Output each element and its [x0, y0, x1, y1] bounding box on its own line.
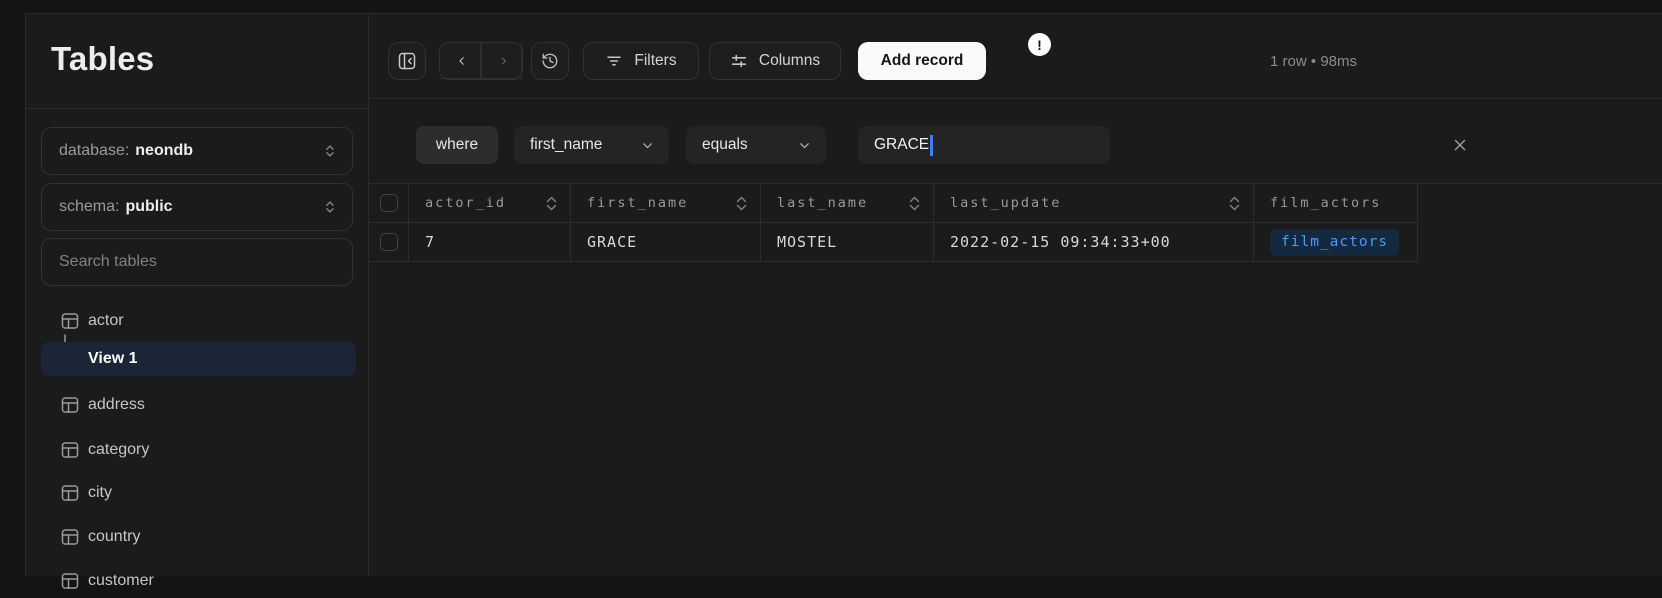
select-all-checkbox-cell [369, 184, 409, 223]
table-icon [61, 572, 79, 590]
sidebar-item-city[interactable]: city [41, 476, 356, 510]
panel-collapse-icon [398, 52, 416, 70]
history-button[interactable] [531, 42, 569, 80]
toolbar: Filters ! Columns Add record 1 row • 98m… [369, 14, 1662, 99]
nav-back-button[interactable] [440, 43, 481, 79]
main-content: Filters ! Columns Add record 1 row • 98m… [369, 14, 1662, 577]
add-record-label: Add record [881, 52, 964, 70]
sidebar-item-view-1[interactable]: View 1 [41, 342, 356, 376]
column-header-film-actors[interactable]: film_actors [1254, 184, 1418, 223]
history-clock-icon [541, 52, 559, 70]
filter-lines-icon [605, 52, 623, 70]
sidebar-item-label: address [88, 396, 145, 414]
column-settings-icon [730, 52, 748, 70]
database-select[interactable]: database: neondb [41, 127, 353, 175]
sidebar-divider [26, 108, 369, 109]
table-icon [61, 528, 79, 546]
database-select-value: neondb [135, 142, 193, 160]
history-nav-group [439, 42, 523, 80]
columns-button-label: Columns [759, 52, 820, 70]
nav-forward-button[interactable] [481, 43, 522, 79]
page-title: Tables [51, 40, 154, 78]
search-tables-input[interactable] [41, 238, 353, 286]
filter-operator-value: equals [702, 136, 748, 154]
column-header-label: actor_id [425, 195, 506, 211]
sidebar-item-label: country [88, 528, 140, 546]
remove-filter-icon[interactable] [1453, 138, 1467, 152]
sort-icon[interactable] [908, 196, 921, 211]
schema-select-label: schema: [59, 198, 119, 216]
sidebar-item-country[interactable]: country [41, 520, 356, 554]
filter-operator-select[interactable]: equals [686, 126, 826, 164]
row-checkbox[interactable] [380, 233, 398, 251]
updown-chevron-icon [322, 199, 338, 215]
sidebar-item-address[interactable]: address [41, 388, 356, 422]
column-header-label: film_actors [1270, 195, 1381, 211]
query-status: 1 row • 98ms [1270, 42, 1357, 80]
schema-select[interactable]: schema: public [41, 183, 353, 231]
filter-where-chip: where [416, 126, 498, 164]
cell-last-update[interactable]: 2022-02-15 09:34:33+00 [934, 223, 1254, 262]
filter-value-text: GRACE [874, 136, 929, 154]
column-header-label: first_name [587, 195, 688, 211]
cell-first-name[interactable]: GRACE [571, 223, 761, 262]
sidebar-item-category[interactable]: category [41, 433, 356, 467]
table-icon [61, 484, 79, 502]
updown-chevron-icon [322, 143, 338, 159]
cell-film-actors: film_actors [1254, 223, 1418, 262]
select-all-checkbox[interactable] [380, 194, 398, 212]
sidebar-item-actor[interactable]: actor [41, 304, 356, 338]
chevron-left-icon [456, 52, 468, 70]
filter-column-select[interactable]: first_name [514, 126, 669, 164]
sidebar-item-label: customer [88, 572, 154, 590]
columns-button[interactable]: Columns [709, 42, 841, 80]
sort-icon[interactable] [545, 196, 558, 211]
chevron-down-icon [640, 138, 655, 153]
app-window: Tables database: neondb schema: public a… [25, 13, 1662, 576]
column-header-last-name[interactable]: last_name [761, 184, 934, 223]
filter-bar: where first_name equals GRACE Add a new … [369, 99, 1662, 184]
collapse-sidebar-button[interactable] [388, 42, 426, 80]
chevron-down-icon [797, 138, 812, 153]
chevron-right-icon [498, 52, 509, 70]
sidebar-item-customer[interactable]: customer [41, 564, 356, 598]
sidebar-item-label: actor [88, 312, 124, 330]
sidebar-item-label: View 1 [88, 350, 138, 368]
table-icon [61, 396, 79, 414]
sidebar-item-label: category [88, 441, 149, 459]
add-record-button[interactable]: Add record [858, 42, 986, 80]
filters-button[interactable]: Filters [583, 42, 699, 80]
column-header-label: last_update [950, 195, 1061, 211]
sidebar-item-label: city [88, 484, 112, 502]
column-header-label: last_name [777, 195, 868, 211]
column-header-first-name[interactable]: first_name [571, 184, 761, 223]
table-icon [61, 441, 79, 459]
filters-button-label: Filters [634, 52, 676, 70]
search-tables-field [41, 238, 353, 286]
cell-last-name[interactable]: MOSTEL [761, 223, 934, 262]
cell-actor-id[interactable]: 7 [409, 223, 571, 262]
column-header-last-update[interactable]: last_update [934, 184, 1254, 223]
filters-alert-badge: ! [1028, 33, 1051, 56]
schema-select-value: public [125, 198, 172, 216]
database-select-label: database: [59, 142, 129, 160]
film-actors-link[interactable]: film_actors [1270, 229, 1399, 256]
column-header-actor-id[interactable]: actor_id [409, 184, 571, 223]
sidebar: Tables database: neondb schema: public a… [26, 14, 369, 577]
filter-column-value: first_name [530, 136, 602, 154]
table-icon [61, 312, 79, 330]
results-table: actor_id first_name last_name last_updat… [369, 184, 1418, 262]
sort-icon[interactable] [1228, 196, 1241, 211]
text-caret [930, 135, 933, 156]
filter-value-input[interactable]: GRACE [858, 126, 1110, 164]
row-checkbox-cell [369, 223, 409, 262]
sort-icon[interactable] [735, 196, 748, 211]
